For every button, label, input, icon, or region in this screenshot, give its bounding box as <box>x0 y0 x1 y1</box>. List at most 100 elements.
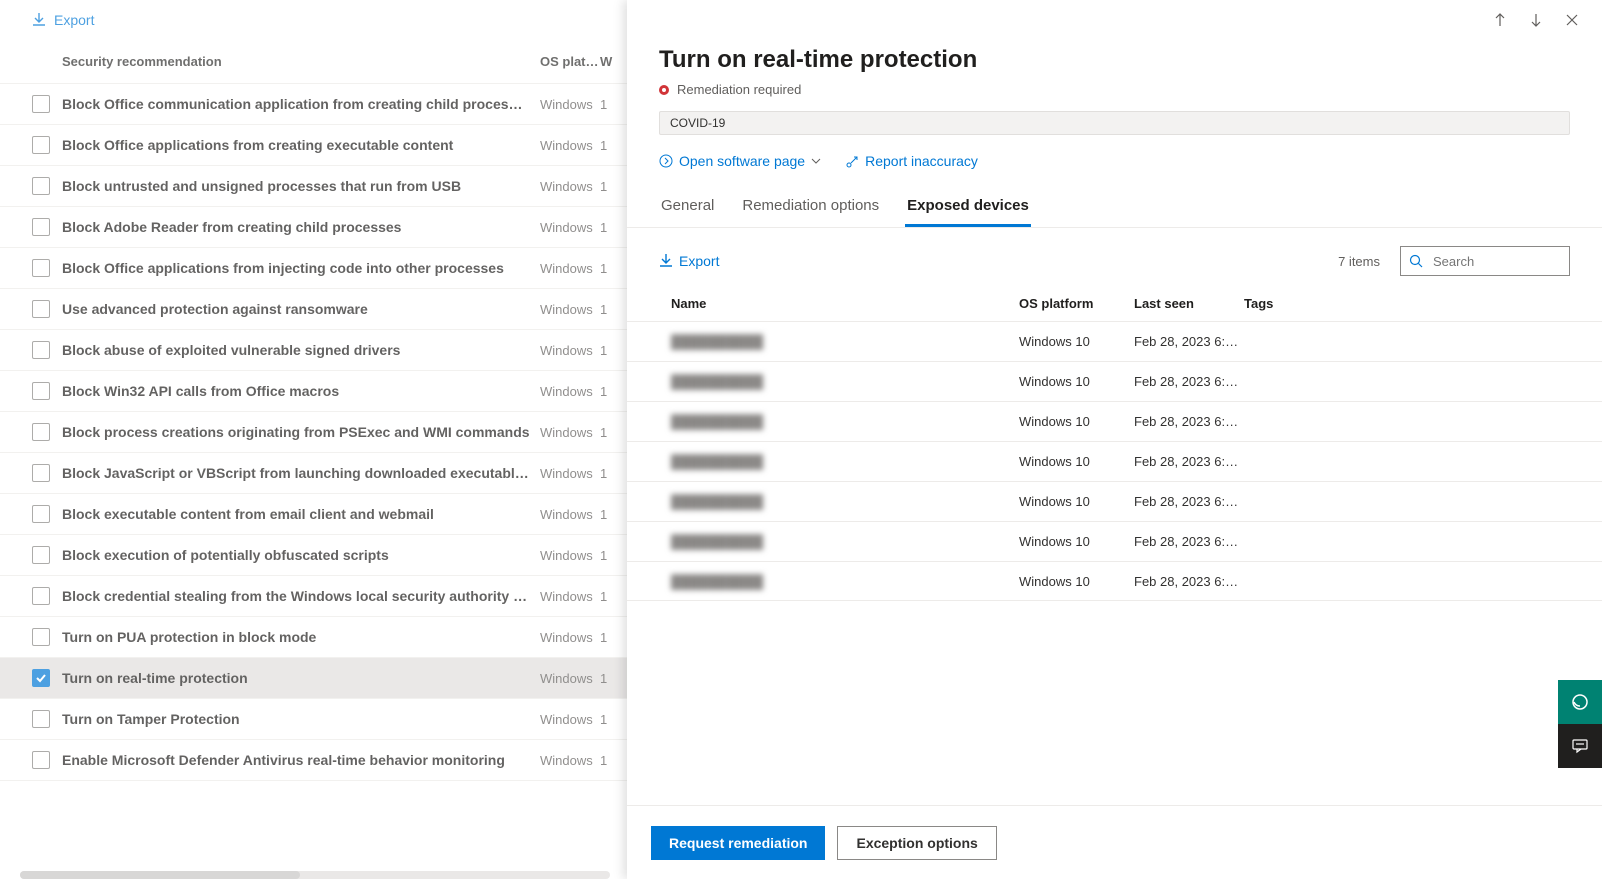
help-button[interactable] <box>1558 680 1602 724</box>
recommendation-os: Windows <box>540 753 600 768</box>
table-row[interactable]: Block credential stealing from the Windo… <box>0 576 627 617</box>
row-checkbox[interactable] <box>32 710 50 728</box>
row-checkbox[interactable] <box>32 259 50 277</box>
table-row[interactable]: Block Win32 API calls from Office macros… <box>0 371 627 412</box>
table-row[interactable]: Turn on real-time protectionWindows1 <box>0 658 627 699</box>
recommendation-count: 1 <box>600 179 620 194</box>
devices-export-button[interactable]: Export <box>659 253 719 269</box>
device-row[interactable]: ██████████Windows 10Feb 28, 2023 6:49 … <box>627 361 1602 401</box>
table-row[interactable]: Block executable content from email clie… <box>0 494 627 535</box>
panel-footer: Request remediation Exception options <box>627 805 1602 879</box>
tab-exposed-devices[interactable]: Exposed devices <box>905 187 1031 227</box>
tag-chip[interactable]: COVID-19 <box>659 111 1570 135</box>
row-checkbox[interactable] <box>32 628 50 646</box>
table-row[interactable]: Block Adobe Reader from creating child p… <box>0 207 627 248</box>
table-row[interactable]: Block Office applications from injecting… <box>0 248 627 289</box>
col-w[interactable]: W <box>600 54 620 69</box>
recommendation-count: 1 <box>600 97 620 112</box>
recommendation-count: 1 <box>600 507 620 522</box>
device-row[interactable]: ██████████Windows 10Feb 28, 2023 6:45 … <box>627 561 1602 601</box>
col-device-tags[interactable]: Tags <box>1244 296 1570 311</box>
col-recommendation[interactable]: Security recommendation <box>62 54 540 69</box>
recommendation-name: Turn on real-time protection <box>62 670 540 686</box>
recommendation-name: Block abuse of exploited vulnerable sign… <box>62 342 540 358</box>
row-checkbox[interactable] <box>32 423 50 441</box>
devices-toolbar: Export 7 items <box>627 228 1602 286</box>
row-checkbox[interactable] <box>32 300 50 318</box>
search-input[interactable] <box>1431 253 1551 270</box>
recommendation-name: Turn on PUA protection in block mode <box>62 629 540 645</box>
report-inaccuracy-link[interactable]: Report inaccuracy <box>845 153 978 169</box>
recommendation-name: Block Office applications from creating … <box>62 137 540 153</box>
row-checkbox[interactable] <box>32 587 50 605</box>
table-row[interactable]: Block untrusted and unsigned processes t… <box>0 166 627 207</box>
feedback-button[interactable] <box>1558 724 1602 768</box>
col-os-platform[interactable]: OS platfo… <box>540 54 600 69</box>
row-checkbox[interactable] <box>32 341 50 359</box>
recommendation-os: Windows <box>540 548 600 563</box>
recommendation-count: 1 <box>600 548 620 563</box>
device-name: ██████████ <box>659 494 1019 509</box>
recommendation-count: 1 <box>600 630 620 645</box>
device-row[interactable]: ██████████Windows 10Feb 28, 2023 6:49 … <box>627 401 1602 441</box>
export-button[interactable]: Export <box>0 0 627 40</box>
search-box[interactable] <box>1400 246 1570 276</box>
panel-status: Remediation required <box>627 78 1602 107</box>
recommendations-list: Block Office communication application f… <box>0 83 627 781</box>
floating-buttons <box>1558 680 1602 768</box>
recommendation-os: Windows <box>540 384 600 399</box>
table-row[interactable]: Block JavaScript or VBScript from launch… <box>0 453 627 494</box>
col-device-name[interactable]: Name <box>659 296 1019 311</box>
device-last-seen: Feb 28, 2023 6:46 … <box>1134 494 1244 509</box>
row-checkbox[interactable] <box>32 505 50 523</box>
tab-general[interactable]: General <box>659 187 716 227</box>
row-checkbox[interactable] <box>32 464 50 482</box>
recommendation-os: Windows <box>540 302 600 317</box>
table-row[interactable]: Block process creations originating from… <box>0 412 627 453</box>
recommendation-count: 1 <box>600 712 620 727</box>
row-checkbox[interactable] <box>32 177 50 195</box>
tab-remediation-options[interactable]: Remediation options <box>740 187 881 227</box>
device-last-seen: Feb 28, 2023 6:41 … <box>1134 534 1244 549</box>
recommendation-name: Use advanced protection against ransomwa… <box>62 301 540 317</box>
device-name: ██████████ <box>659 454 1019 469</box>
panel-title: Turn on real-time protection <box>627 0 1602 78</box>
device-name: ██████████ <box>659 374 1019 389</box>
recommendation-count: 1 <box>600 384 620 399</box>
row-checkbox[interactable] <box>32 95 50 113</box>
recommendation-count: 1 <box>600 671 620 686</box>
table-row[interactable]: Use advanced protection against ransomwa… <box>0 289 627 330</box>
previous-button[interactable] <box>1490 10 1510 30</box>
row-checkbox[interactable] <box>32 669 50 687</box>
table-row[interactable]: Turn on Tamper ProtectionWindows1 <box>0 699 627 740</box>
table-row[interactable]: Turn on PUA protection in block modeWind… <box>0 617 627 658</box>
row-checkbox[interactable] <box>32 136 50 154</box>
scrollbar-thumb[interactable] <box>20 871 300 879</box>
table-row[interactable]: Block Office applications from creating … <box>0 125 627 166</box>
exception-options-button[interactable]: Exception options <box>837 826 996 860</box>
device-row[interactable]: ██████████Windows 10Feb 28, 2023 6:41 … <box>627 441 1602 481</box>
devices-list: ██████████Windows 10Feb 28, 2023 6:54 …█… <box>627 321 1602 601</box>
row-checkbox[interactable] <box>32 382 50 400</box>
row-checkbox[interactable] <box>32 751 50 769</box>
table-row[interactable]: Block abuse of exploited vulnerable sign… <box>0 330 627 371</box>
recommendation-name: Block process creations originating from… <box>62 424 540 440</box>
col-device-last-seen[interactable]: Last seen <box>1134 296 1244 311</box>
table-row[interactable]: Block execution of potentially obfuscate… <box>0 535 627 576</box>
horizontal-scrollbar[interactable] <box>20 871 610 879</box>
recommendation-count: 1 <box>600 261 620 276</box>
recommendation-count: 1 <box>600 425 620 440</box>
recommendation-name: Block Win32 API calls from Office macros <box>62 383 540 399</box>
row-checkbox[interactable] <box>32 546 50 564</box>
table-row[interactable]: Block Office communication application f… <box>0 84 627 125</box>
request-remediation-button[interactable]: Request remediation <box>651 826 825 860</box>
table-row[interactable]: Enable Microsoft Defender Antivirus real… <box>0 740 627 781</box>
row-checkbox[interactable] <box>32 218 50 236</box>
next-button[interactable] <box>1526 10 1546 30</box>
device-row[interactable]: ██████████Windows 10Feb 28, 2023 6:41 … <box>627 521 1602 561</box>
close-button[interactable] <box>1562 10 1582 30</box>
device-row[interactable]: ██████████Windows 10Feb 28, 2023 6:54 … <box>627 321 1602 361</box>
col-device-os[interactable]: OS platform <box>1019 296 1134 311</box>
device-row[interactable]: ██████████Windows 10Feb 28, 2023 6:46 … <box>627 481 1602 521</box>
open-software-page-link[interactable]: Open software page <box>659 153 821 169</box>
